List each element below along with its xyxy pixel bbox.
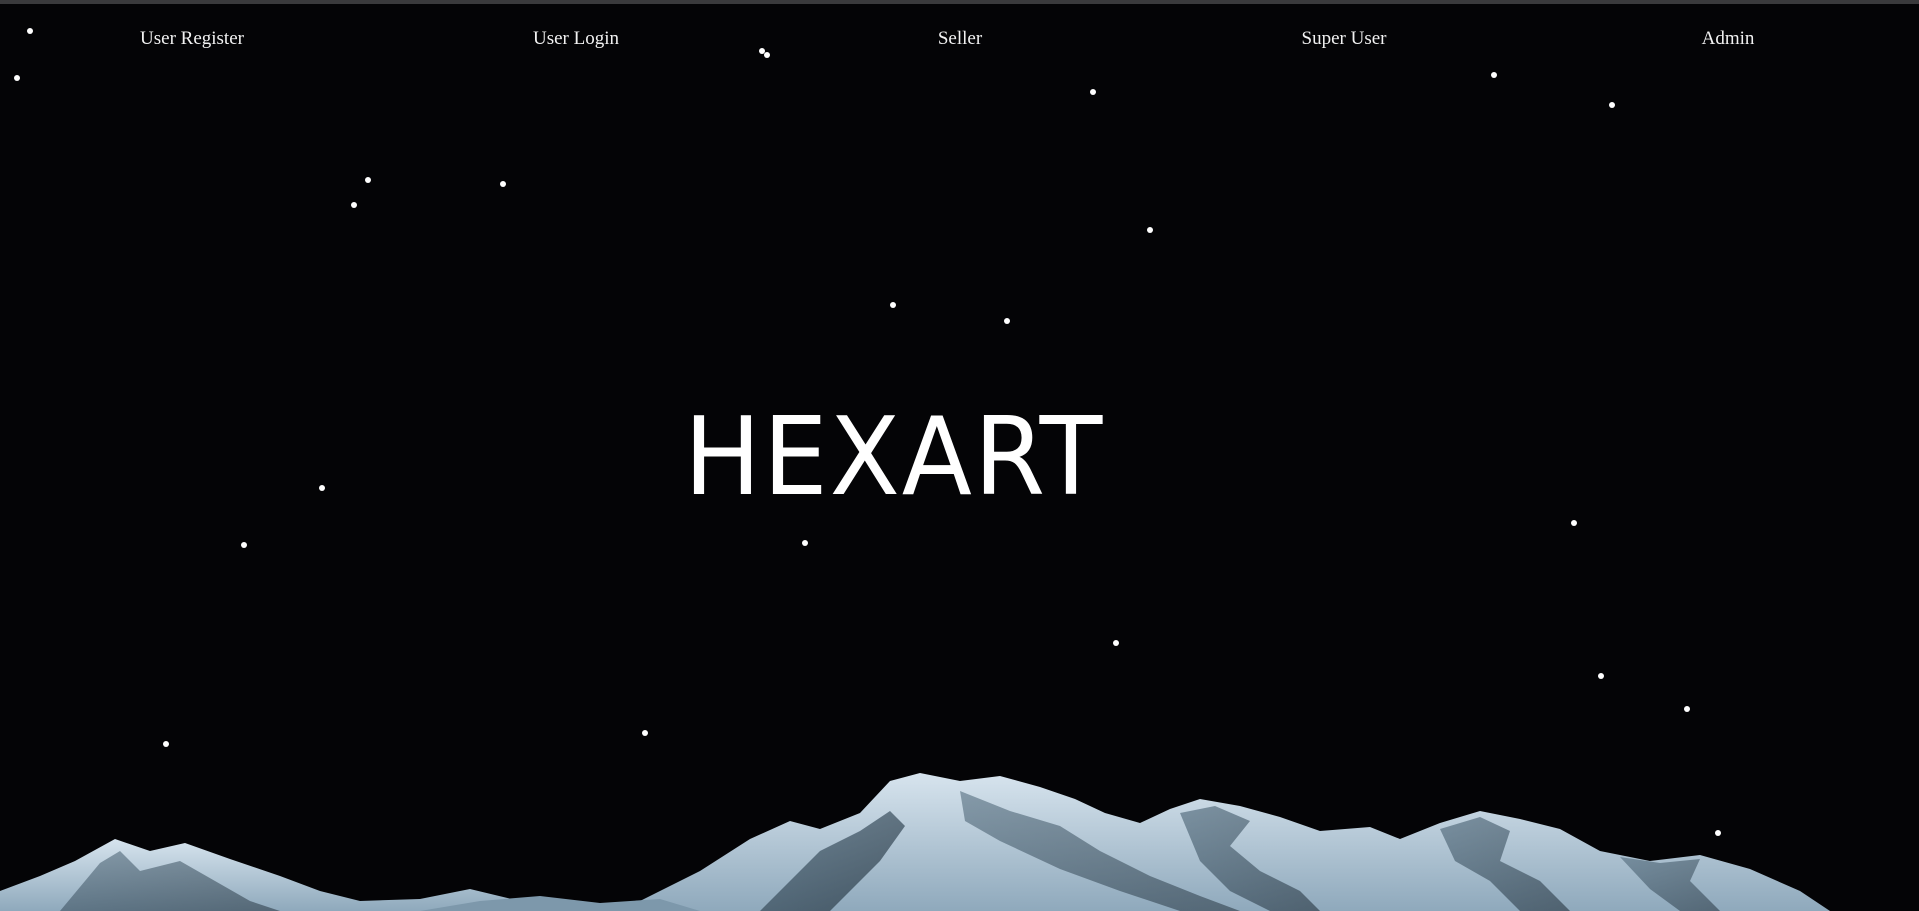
star (365, 177, 371, 183)
star (1609, 102, 1615, 108)
hero-title-text: HEXART (683, 395, 1105, 520)
star (241, 542, 247, 548)
star (14, 75, 20, 81)
star (1004, 318, 1010, 324)
browser-top-edge (0, 0, 1919, 4)
star (500, 181, 506, 187)
nav-admin-link[interactable]: Admin (1702, 28, 1755, 50)
star (163, 741, 169, 747)
star (890, 302, 896, 308)
top-navigation: User Register User Login Seller Super Us… (0, 28, 1919, 58)
nav-seller-link[interactable]: Seller (938, 28, 982, 50)
star (1571, 520, 1577, 526)
star (1090, 89, 1096, 95)
mountain-range-image (0, 773, 1830, 911)
hero-title: HEXART (673, 404, 1115, 512)
star (1684, 706, 1690, 712)
star (802, 540, 808, 546)
star (319, 485, 325, 491)
nav-user-login-link[interactable]: User Login (533, 28, 619, 50)
star (1113, 640, 1119, 646)
nav-user-register-link[interactable]: User Register (140, 28, 244, 50)
nav-super-user-link[interactable]: Super User (1302, 28, 1387, 50)
star (1147, 227, 1153, 233)
star (1491, 72, 1497, 78)
star (351, 202, 357, 208)
star (642, 730, 648, 736)
star (1598, 673, 1604, 679)
